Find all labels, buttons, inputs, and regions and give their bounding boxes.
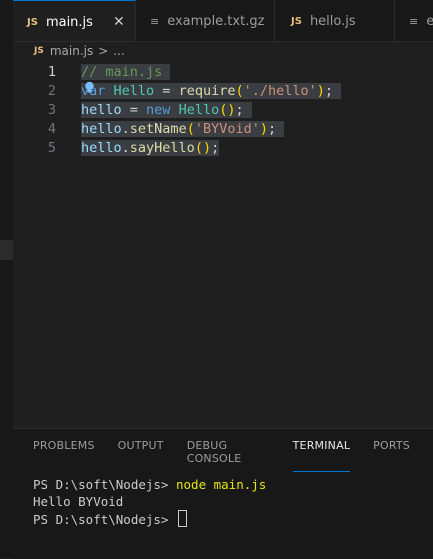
code-editor[interactable]: 1 // main.js 2 var Hello = require('./he… <box>13 60 433 428</box>
activity-marker <box>0 240 13 260</box>
breadcrumb-file[interactable]: main.js <box>50 44 93 58</box>
tab-hello-js[interactable]: JS hello.js <box>275 0 395 41</box>
tab-label: e <box>426 14 433 29</box>
tab-problems[interactable]: PROBLEMS <box>33 439 95 472</box>
tab-label: hello.js <box>309 13 356 29</box>
tab-overflow[interactable]: ≡ e <box>395 0 433 41</box>
code-line: 5 hello.sayHello(); <box>13 138 433 157</box>
line-number: 4 <box>47 120 56 137</box>
line-content: // main.js <box>81 63 171 80</box>
terminal-line: PS D:\soft\Nodejs> <box>33 510 266 528</box>
tab-label: example.txt.gz <box>167 13 265 29</box>
terminal-cursor <box>178 510 187 527</box>
line-content: hello = new Hello(); <box>81 101 252 118</box>
code-line: 2 var Hello = require('./hello'); <box>13 81 433 100</box>
line-number: 2 <box>47 82 56 99</box>
tab-main-js[interactable]: JS main.js ✕ <box>13 0 136 41</box>
line-content: hello.setName('BYVoid'); <box>81 120 285 137</box>
line-content: var Hello = require('./hello'); <box>81 82 342 99</box>
line-content: hello.sayHello(); <box>81 139 220 156</box>
tab-output[interactable]: OUTPUT <box>118 439 164 472</box>
terminal-output[interactable]: PS D:\soft\Nodejs> node main.js Hello BYV… <box>33 476 266 528</box>
code-line: 3 hello = new Hello(); <box>13 100 433 119</box>
code-line: 4 hello.setName('BYVoid'); <box>13 119 433 138</box>
tab-ports[interactable]: PORTS <box>373 439 410 472</box>
line-number: 3 <box>47 101 56 118</box>
js-file-icon: JS <box>27 16 38 28</box>
tab-terminal[interactable]: TERMINAL <box>292 439 351 472</box>
terminal-line: Hello BYVoid <box>33 494 124 509</box>
breadcrumb: JS main.js > ... <box>34 44 125 58</box>
close-icon[interactable]: ✕ <box>113 14 125 30</box>
editor-tab-bar: JS main.js ✕ ≡ example.txt.gz JS hello.j… <box>13 0 433 42</box>
code-line: 1 // main.js <box>13 62 433 81</box>
text-file-icon: ≡ <box>409 14 419 28</box>
line-number: 5 <box>47 139 56 156</box>
panel-tabs: PROBLEMS OUTPUT DEBUG CONSOLE TERMINAL P… <box>33 439 433 472</box>
chevron-right-icon: > <box>98 44 109 58</box>
js-file-icon: JS <box>34 46 44 56</box>
terminal-prompt: PS D:\soft\Nodejs> <box>33 512 176 527</box>
tab-debug-console[interactable]: DEBUG CONSOLE <box>187 439 270 472</box>
lightbulb-icon[interactable] <box>83 81 96 94</box>
tab-example-txt-gz[interactable]: ≡ example.txt.gz <box>136 0 275 41</box>
terminal-prompt: PS D:\soft\Nodejs> <box>33 477 176 492</box>
breadcrumb-symbols[interactable]: ... <box>113 44 124 58</box>
terminal-command: node main.js <box>176 477 267 492</box>
activity-strip <box>0 0 13 558</box>
line-number: 1 <box>47 63 56 80</box>
terminal-line: PS D:\soft\Nodejs> node main.js <box>33 476 266 493</box>
bottom-panel: PROBLEMS OUTPUT DEBUG CONSOLE TERMINAL P… <box>13 428 433 559</box>
text-file-icon: ≡ <box>150 14 160 28</box>
tab-label: main.js <box>45 14 93 30</box>
js-file-icon: JS <box>291 15 302 27</box>
